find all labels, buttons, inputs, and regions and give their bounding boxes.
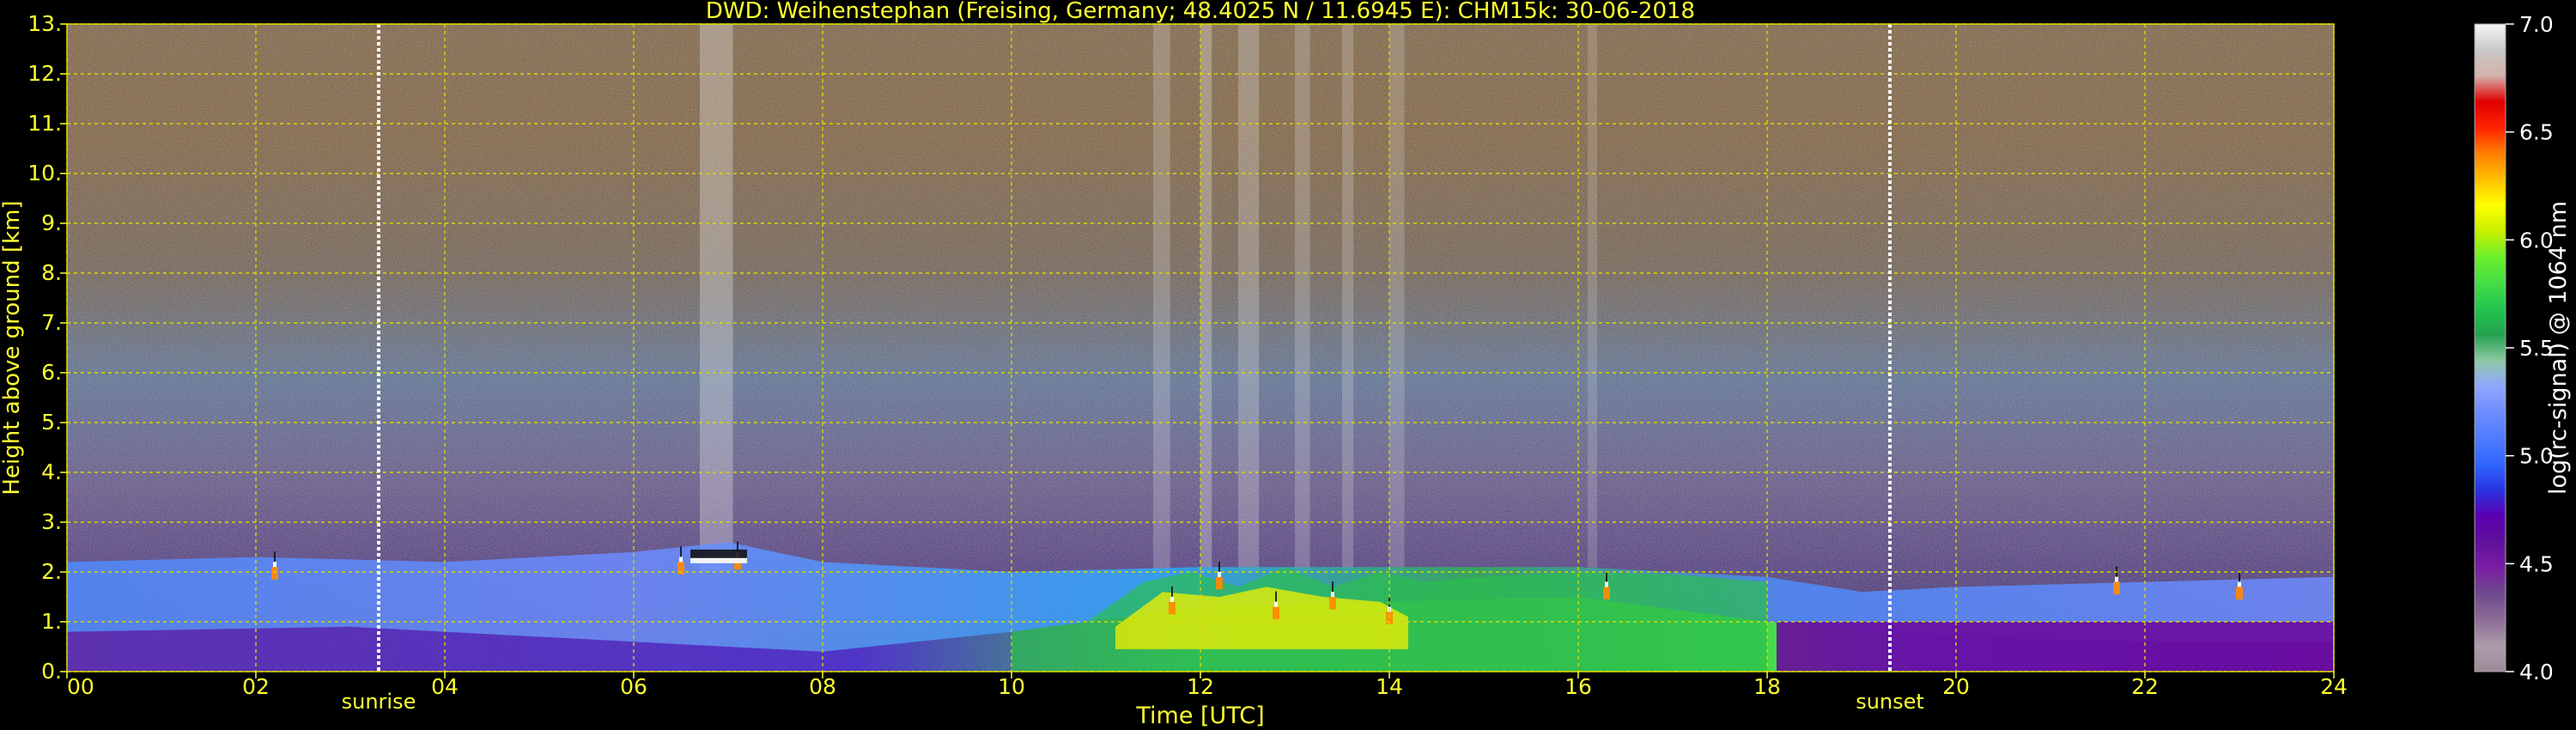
colorbar-tick-label-1: 4.5 [2519,551,2554,576]
y-axis-label: Height above ground [km] [0,200,25,495]
vertical-streak-7 [1588,24,1597,572]
cloud-event-9 [2113,581,2120,595]
cloud-highlight-06-07 [690,557,747,563]
cloud-event-highlight-4 [1218,571,1221,577]
colorbar-tick-label-6: 7.0 [2519,12,2554,37]
cloud-event-shadow-4 [1218,561,1220,572]
x-tick-label-4: 08 [809,674,836,699]
x-tick-label-5: 10 [998,674,1025,699]
cloud-event-shadow-6 [1332,581,1334,592]
y-tick-label-9: 9. [41,210,62,235]
x-tick-label-10: 20 [1942,674,1970,699]
cloud-event-shadow-8 [1606,571,1607,582]
x-tick-label-3: 06 [620,674,647,699]
vertical-streak-5 [1342,24,1354,572]
y-tick-label-8: 8. [41,260,62,285]
y-tick-label-2: 2. [41,559,62,584]
cloud-event-6 [1329,597,1336,610]
cloud-event-highlight-5 [1274,601,1278,607]
sunset-label: sunset [1856,690,1924,714]
cloud-event-highlight-3 [1170,596,1174,602]
x-axis-label: Time [UTC] [1135,703,1264,729]
y-tick-label-5: 5. [41,410,62,435]
cloud-event-highlight-9 [2115,576,2118,582]
x-tick-label-7: 14 [1376,674,1403,699]
cloud-event-4 [1216,576,1223,590]
cloud-event-highlight-10 [2238,581,2241,587]
colorbar-tick-label-5: 6.5 [2519,120,2554,145]
cloud-event-highlight-6 [1331,592,1334,597]
vertical-streak-2 [1200,24,1212,572]
cloud-event-8 [1603,587,1610,599]
y-tick-label-13: 13. [27,11,62,36]
vertical-streak-0 [700,24,733,572]
y-tick-label-7: 7. [41,310,62,335]
chart-svg: sunrise sunset 00 02 04 06 08 10 12 14 16 18 20 22 24 0… [0,0,2572,729]
x-tick-label-1: 02 [242,674,270,699]
x-tick-label-8: 16 [1564,674,1592,699]
cloud-event-3 [1169,601,1176,615]
colorbar-fill [2475,24,2506,672]
x-tick-label-0: 00 [67,674,94,699]
cloud-event-shadow-5 [1275,591,1277,602]
cloud-event-shadow-3 [1171,586,1173,597]
y-tick-label-1: 1. [41,609,62,634]
ceilometer-chart: sunrise sunset 00 02 04 06 08 10 12 14 16 18 20 22 24 0… [0,0,2576,730]
y-tick-label-11: 11. [27,111,62,136]
x-tick-label-12: 24 [2320,674,2348,699]
cloud-event-highlight-0 [273,562,276,568]
cloud-event-5 [1273,606,1279,620]
vertical-streak-4 [1295,24,1310,572]
x-tick-label-2: 04 [431,674,459,699]
cloud-event-shadow-0 [274,551,276,563]
cloud-event-shadow-1 [680,546,682,557]
vertical-streak-1 [1153,24,1170,572]
cloud-event-10 [2236,587,2243,599]
y-tick-label-6: 6. [41,360,62,385]
chart-title: DWD: Weihenstephan (Freising, Germany; 4… [706,0,1695,24]
sunrise-label: sunrise [342,690,416,714]
y-tick-label-0: 0. [41,659,62,684]
y-tick-label-4: 4. [41,459,62,484]
cloud-event-highlight-1 [679,557,683,563]
y-tick-label-3: 3. [41,509,62,534]
x-tick-label-11: 22 [2131,674,2159,699]
colorbar-label: log(rc-signal) @ 1064 nm [2545,201,2572,495]
x-tick-label-6: 12 [1187,674,1214,699]
vertical-streak-6 [1389,24,1405,572]
cloud-event-0 [271,567,278,580]
cloud-event-1 [677,562,684,575]
colorbar-tick-label-0: 4.0 [2519,660,2554,684]
y-tick-label-10: 10. [27,161,62,186]
vertical-streak-3 [1238,24,1260,572]
cloud-event-shadow-10 [2239,571,2240,582]
x-tick-label-9: 18 [1753,674,1781,699]
cloud-event-highlight-8 [1605,581,1608,587]
y-tick-label-12: 12. [27,61,62,86]
stable-nocturnal-layer [1777,622,2334,672]
